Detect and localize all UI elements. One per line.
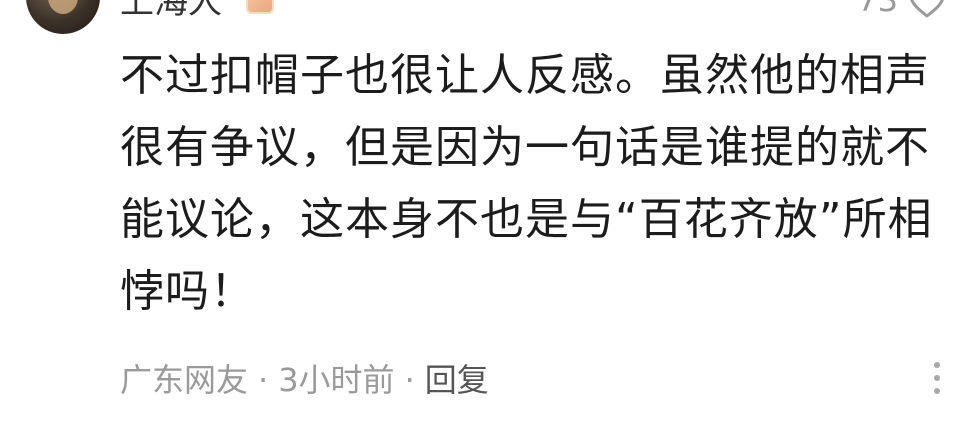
reply-button[interactable]: 回复: [425, 361, 489, 399]
comment-author-name[interactable]: 上海人: [120, 0, 222, 22]
comment-meta: 广东网友 · 3小时前 · 回复: [120, 356, 489, 404]
heart-outline-icon[interactable]: [908, 0, 946, 18]
comment-time: 3小时前: [278, 361, 395, 399]
more-options-icon[interactable]: [930, 362, 944, 402]
avatar-face: [48, 0, 78, 14]
more-dot: [934, 375, 940, 381]
more-dot: [934, 362, 940, 368]
comment-location: 广东网友: [120, 361, 249, 399]
avatar[interactable]: [26, 0, 100, 34]
user-badge-icon: [246, 0, 274, 14]
meta-separator: ·: [258, 361, 269, 399]
like-count: 73: [857, 0, 898, 19]
more-dot: [934, 388, 940, 394]
comment-text: 不过扣帽子也很让人反感。虽然他的相声很有争议，但是因为一句话是谁提的就不能议论，…: [120, 50, 933, 317]
meta-separator: ·: [404, 361, 415, 399]
